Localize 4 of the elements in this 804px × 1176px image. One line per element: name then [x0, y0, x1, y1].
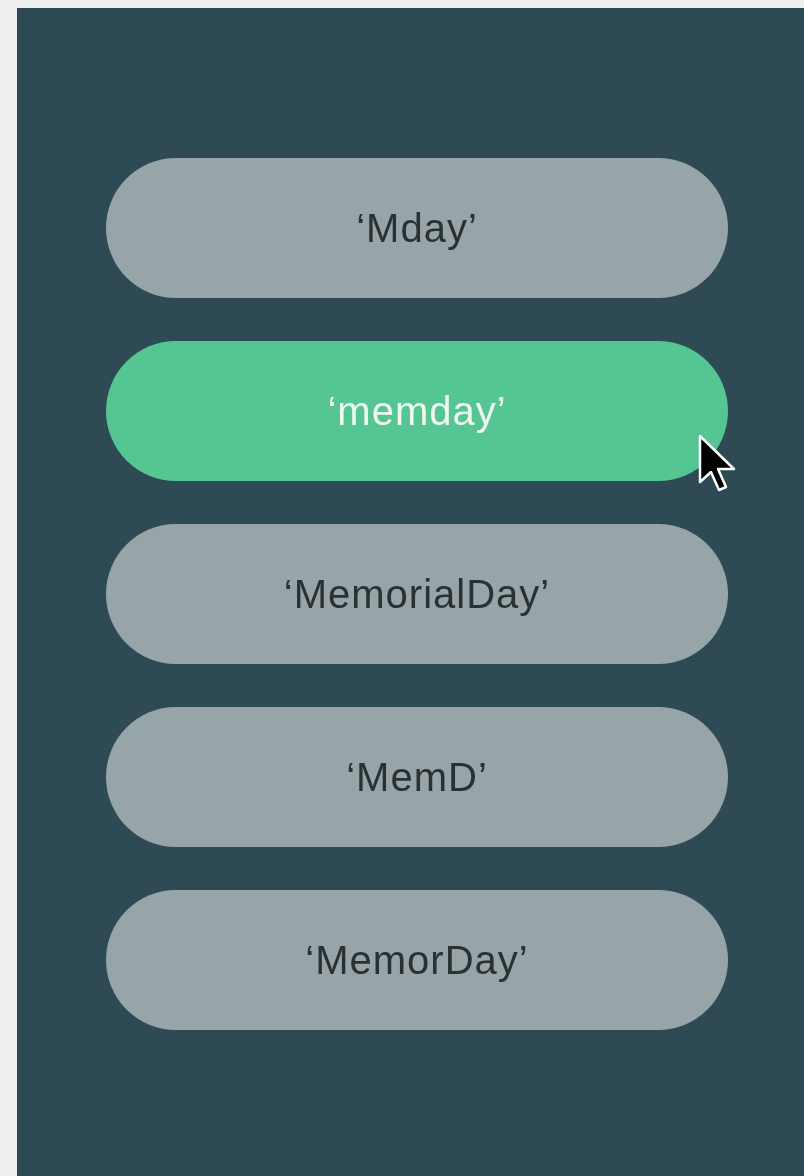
- option-button[interactable]: ‘MemD’: [106, 707, 728, 847]
- option-button[interactable]: ‘MemorialDay’: [106, 524, 728, 664]
- option-button[interactable]: ‘Mday’: [106, 158, 728, 298]
- option-button[interactable]: ‘MemorDay’: [106, 890, 728, 1030]
